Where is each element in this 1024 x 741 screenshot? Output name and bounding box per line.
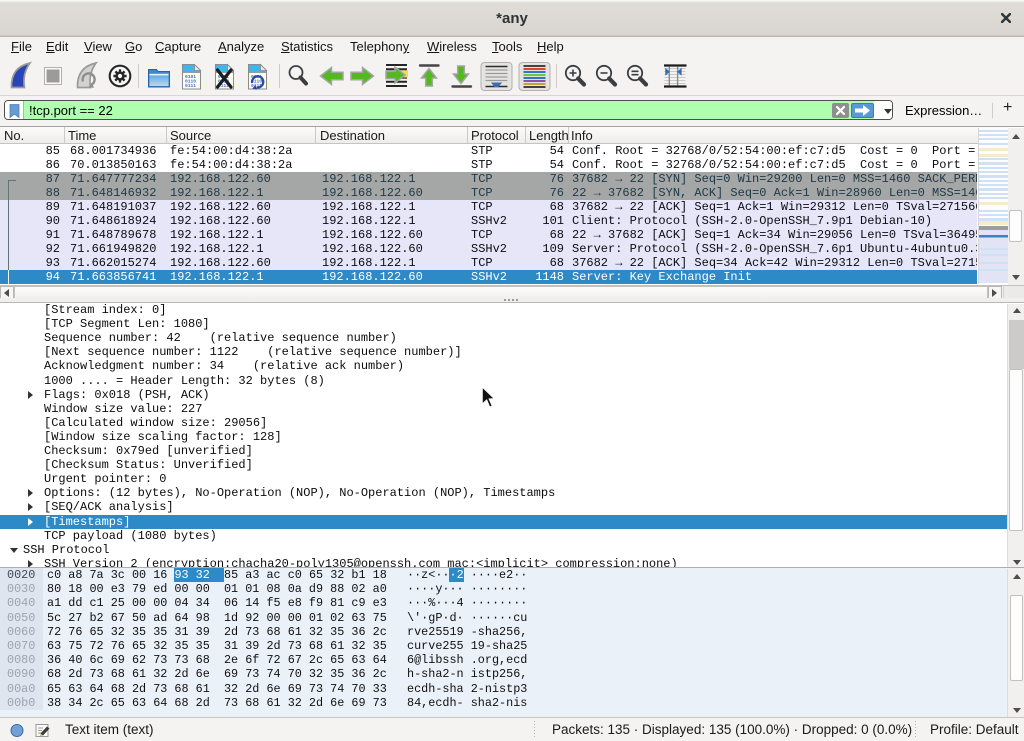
svg-text:0111: 0111 bbox=[185, 83, 196, 89]
